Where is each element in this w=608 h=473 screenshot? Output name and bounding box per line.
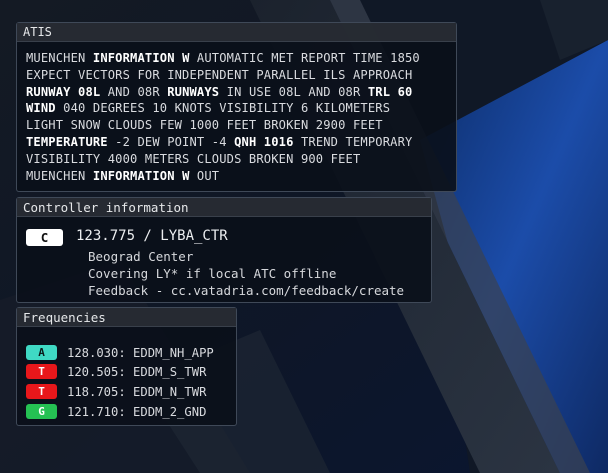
frequency-label: 120.505: EDDM_S_TWR [67,364,207,379]
atis-segment: MUENCHEN [26,51,93,65]
atis-keyword: INFORMATION W [92,168,190,183]
atis-segment: 040 DEGREES 10 KNOTS VISIBILITY 6 KILOME… [55,101,391,116]
controller-feedback-link[interactable]: Feedback - cc.vatadria.com/feedback/crea… [88,283,404,298]
frequency-type-badge: A [26,345,57,360]
frequency-row: A 128.030: EDDM_NH_APP [26,342,214,360]
atis-panel: ATIS MUENCHEN INFORMATION W AUTOMATIC ME… [16,22,457,192]
controller-coverage: Covering LY* if local ATC offline [88,266,337,281]
atis-line: EXPECT VECTORS FOR INDEPENDENT PARALLEL … [26,67,448,84]
atis-segment: IN USE 08L AND 08R [219,84,368,99]
atis-line: LIGHT SNOW CLOUDS FEW 1000 FEET BROKEN 2… [26,117,448,134]
atis-segment: AUTOMATIC MET REPORT TIME 1850 [189,51,420,65]
atis-line: WIND 040 DEGREES 10 KNOTS VISIBILITY 6 K… [26,100,448,117]
frequency-type-badge: T [26,364,57,379]
atis-keyword: TEMPERATURE [26,134,108,149]
frequencies-panel: Frequencies A 128.030: EDDM_NH_APP T 120.5… [16,307,237,426]
atis-segment: LIGHT SNOW CLOUDS FEW 1000 FEET BROKEN 2… [26,118,383,133]
atis-keyword: WIND [26,101,56,116]
atis-segment: TREND TEMPORARY [293,134,413,149]
atis-keyword: INFORMATION W [92,51,190,65]
atis-segment: VISIBILITY 4000 METERS CLOUDS BROKEN 900… [26,151,361,166]
atis-line: TEMPERATURE -2 DEW POINT -4 QNH 1016 TRE… [26,134,448,151]
frequency-label: 121.710: EDDM_2_GND [67,404,207,419]
atis-segment: MUENCHEN [26,168,93,183]
frequencies-title: Frequencies [17,308,236,327]
atis-segment: EXPECT VECTORS FOR INDEPENDENT PARALLEL … [26,67,413,82]
frequency-type-badge: G [26,404,57,419]
controller-type-badge: C [26,229,63,246]
frequency-row: T 120.505: EDDM_S_TWR [26,361,207,379]
atis-segment: OUT [189,168,220,183]
frequency-type-badge: T [26,384,57,399]
frequency-row: G 121.710: EDDM_2_GND [26,401,207,419]
frequency-label: 118.705: EDDM_N_TWR [67,384,207,399]
controller-name: Beograd Center [88,249,194,264]
controller-info-panel: Controller information C 123.775 / LYBA_… [16,197,432,303]
atis-keyword: QNH 1016 [234,134,294,149]
frequency-row: T 118.705: EDDM_N_TWR [26,381,207,399]
controller-frequency-callsign: 123.775 / LYBA_CTR [76,228,228,244]
controller-info-title: Controller information [17,198,431,217]
atis-line: VISIBILITY 4000 METERS CLOUDS BROKEN 900… [26,151,448,168]
atis-line: MUENCHEN INFORMATION W OUT [26,168,448,185]
atis-line: RUNWAY 08L AND 08R RUNWAYS IN USE 08L AN… [26,84,448,101]
atis-title: ATIS [17,23,456,42]
atis-segment: AND 08R [100,84,168,99]
frequency-label: 128.030: EDDM_NH_APP [67,345,214,360]
atis-text: MUENCHEN INFORMATION W AUTOMATIC MET REP… [17,42,456,184]
atis-keyword: RUNWAY 08L [26,84,101,99]
atis-keyword: TRL 60 [367,84,413,99]
atis-keyword: RUNWAYS [167,84,220,99]
atis-segment: -2 DEW POINT -4 [107,134,235,149]
atis-line: MUENCHEN INFORMATION W AUTOMATIC MET REP… [26,50,448,67]
